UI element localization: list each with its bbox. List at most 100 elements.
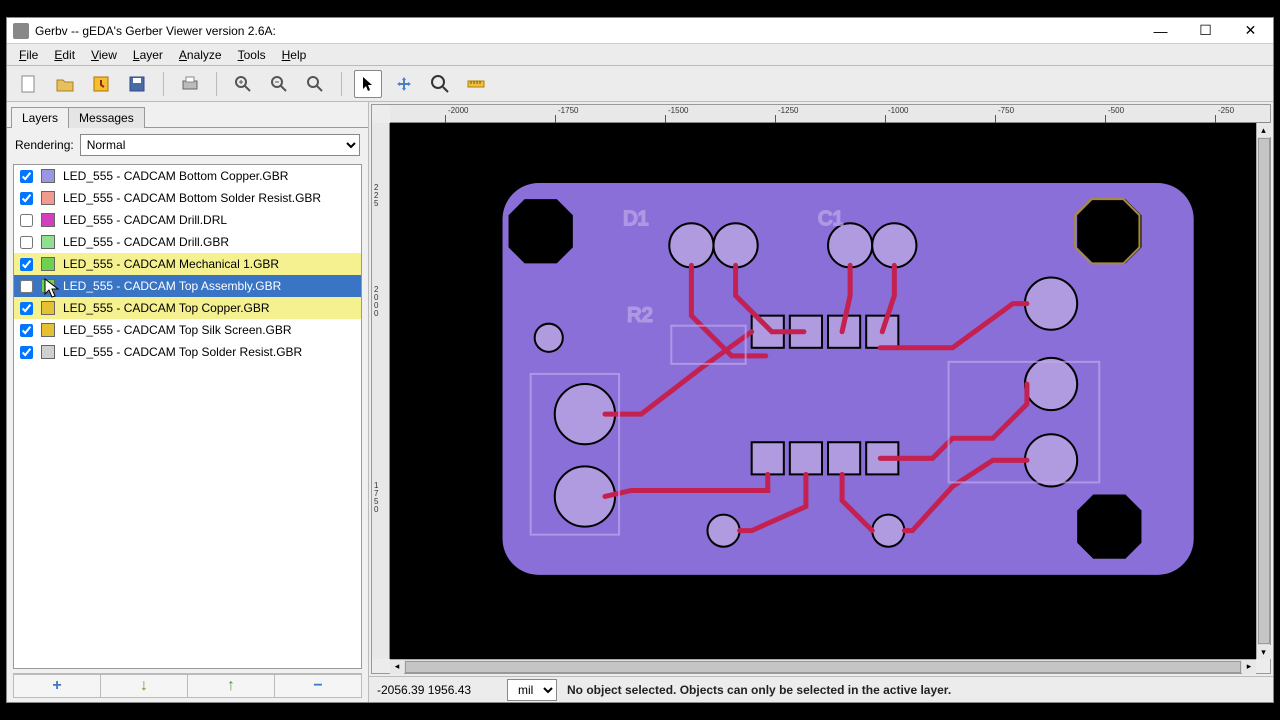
zoom-tool-icon[interactable] (426, 70, 454, 98)
layer-name: LED_555 - CADCAM Top Assembly.GBR (63, 279, 281, 293)
toolbar-sep (341, 72, 342, 96)
layer-down-button[interactable]: ↓ (101, 674, 188, 698)
layer-color-swatch[interactable] (41, 213, 55, 227)
layer-name: LED_555 - CADCAM Top Solder Resist.GBR (63, 345, 302, 359)
layer-name: LED_555 - CADCAM Top Copper.GBR (63, 301, 270, 315)
save-icon[interactable] (123, 70, 151, 98)
toolbar-sep (216, 72, 217, 96)
layer-visible-checkbox[interactable] (20, 258, 33, 271)
svg-text:C1: C1 (818, 208, 844, 230)
layer-visible-checkbox[interactable] (20, 302, 33, 315)
layer-color-swatch[interactable] (41, 235, 55, 249)
rendering-select[interactable]: Normal (80, 134, 360, 156)
menu-layer[interactable]: Layer (125, 46, 171, 64)
pointer-tool-icon[interactable] (354, 70, 382, 98)
layer-up-button[interactable]: ↑ (188, 674, 275, 698)
layer-row[interactable]: LED_555 - CADCAM Top Assembly.GBR (14, 275, 361, 297)
layer-color-swatch[interactable] (41, 301, 55, 315)
layer-name: LED_555 - CADCAM Bottom Copper.GBR (63, 169, 288, 183)
menu-edit[interactable]: Edit (46, 46, 83, 64)
new-file-icon[interactable] (15, 70, 43, 98)
status-bar: -2056.39 1956.43 mil No object selected.… (369, 676, 1273, 702)
gerber-canvas[interactable]: D1 C1 R2 (390, 123, 1256, 659)
titlebar: Gerbv -- gEDA's Gerber Viewer version 2.… (7, 18, 1273, 44)
scroll-right-icon[interactable]: ▸ (1242, 660, 1256, 674)
layer-add-button[interactable]: + (13, 674, 101, 698)
layer-visible-checkbox[interactable] (20, 170, 33, 183)
ruler-horizontal: -2000-1750-1500-1250-1000-750-500-250 (390, 105, 1270, 123)
layer-name: LED_555 - CADCAM Bottom Solder Resist.GB… (63, 191, 321, 205)
content-area: Layers Messages Rendering: Normal LED_55… (7, 102, 1273, 702)
svg-text:D1: D1 (623, 208, 649, 230)
layer-row[interactable]: LED_555 - CADCAM Drill.GBR (14, 231, 361, 253)
maximize-button[interactable]: ☐ (1183, 18, 1228, 44)
zoom-in-icon[interactable] (229, 70, 257, 98)
scroll-up-icon[interactable]: ▴ (1257, 123, 1271, 137)
layer-visible-checkbox[interactable] (20, 280, 33, 293)
scroll-thumb-v[interactable] (1258, 138, 1270, 644)
minimize-button[interactable]: — (1138, 18, 1183, 44)
layer-visible-checkbox[interactable] (20, 324, 33, 337)
layer-name: LED_555 - CADCAM Drill.DRL (63, 213, 227, 227)
layer-row[interactable]: LED_555 - CADCAM Top Solder Resist.GBR (14, 341, 361, 363)
layer-color-swatch[interactable] (41, 323, 55, 337)
layer-color-swatch[interactable] (41, 191, 55, 205)
layer-row[interactable]: LED_555 - CADCAM Top Copper.GBR (14, 297, 361, 319)
menu-help[interactable]: Help (274, 46, 315, 64)
layer-row[interactable]: LED_555 - CADCAM Bottom Solder Resist.GB… (14, 187, 361, 209)
app-window: Gerbv -- gEDA's Gerber Viewer version 2.… (6, 17, 1274, 703)
revert-icon[interactable] (87, 70, 115, 98)
pan-tool-icon[interactable] (390, 70, 418, 98)
layer-visible-checkbox[interactable] (20, 236, 33, 249)
layer-remove-button[interactable]: − (275, 674, 362, 698)
layer-color-swatch[interactable] (41, 345, 55, 359)
canvas-wrap: -2000-1750-1500-1250-1000-750-500-250 2 … (371, 104, 1271, 674)
menu-tools[interactable]: Tools (230, 46, 274, 64)
print-icon[interactable] (176, 70, 204, 98)
layer-visible-checkbox[interactable] (20, 214, 33, 227)
layer-row[interactable]: LED_555 - CADCAM Mechanical 1.GBR (14, 253, 361, 275)
open-file-icon[interactable] (51, 70, 79, 98)
menubar: File Edit View Layer Analyze Tools Help (7, 44, 1273, 66)
measure-tool-icon[interactable] (462, 70, 490, 98)
layer-name: LED_555 - CADCAM Mechanical 1.GBR (63, 257, 279, 271)
menu-analyze[interactable]: Analyze (171, 46, 230, 64)
window-buttons: — ☐ ✕ (1138, 18, 1273, 44)
scroll-thumb-h[interactable] (405, 661, 1241, 673)
zoom-out-icon[interactable] (265, 70, 293, 98)
layer-row[interactable]: LED_555 - CADCAM Top Silk Screen.GBR (14, 319, 361, 341)
layer-color-swatch[interactable] (41, 257, 55, 271)
scrollbar-horizontal[interactable]: ◂ ▸ (390, 659, 1256, 673)
layer-row[interactable]: LED_555 - CADCAM Drill.DRL (14, 209, 361, 231)
scroll-left-icon[interactable]: ◂ (390, 660, 404, 674)
menu-view[interactable]: View (83, 46, 125, 64)
status-message: No object selected. Objects can only be … (567, 683, 1265, 697)
layer-name: LED_555 - CADCAM Top Silk Screen.GBR (63, 323, 292, 337)
ruler-vertical: 2 2 5 2 0 0 0 1 7 5 0 (372, 123, 390, 659)
layer-visible-checkbox[interactable] (20, 192, 33, 205)
zoom-fit-icon[interactable] (301, 70, 329, 98)
layer-visible-checkbox[interactable] (20, 346, 33, 359)
tab-messages[interactable]: Messages (68, 107, 145, 128)
layer-color-swatch[interactable] (41, 279, 55, 293)
app-icon (13, 23, 29, 39)
window-title: Gerbv -- gEDA's Gerber Viewer version 2.… (35, 24, 1138, 38)
scroll-down-icon[interactable]: ▾ (1257, 645, 1271, 659)
sidebar: Layers Messages Rendering: Normal LED_55… (7, 102, 369, 702)
unit-select[interactable]: mil (507, 679, 557, 701)
layer-color-swatch[interactable] (41, 169, 55, 183)
rendering-row: Rendering: Normal (7, 127, 368, 162)
layer-row[interactable]: LED_555 - CADCAM Bottom Copper.GBR (14, 165, 361, 187)
sidebar-tabs: Layers Messages (11, 106, 364, 127)
scrollbar-vertical[interactable]: ▴ ▾ (1256, 123, 1270, 659)
rendering-label: Rendering: (15, 138, 74, 152)
layer-name: LED_555 - CADCAM Drill.GBR (63, 235, 229, 249)
toolbar-sep (163, 72, 164, 96)
layer-list[interactable]: LED_555 - CADCAM Bottom Copper.GBR LED_55… (13, 164, 362, 669)
menu-file[interactable]: File (11, 46, 46, 64)
tab-layers[interactable]: Layers (11, 107, 69, 128)
svg-text:R2: R2 (627, 305, 653, 327)
main-panel: -2000-1750-1500-1250-1000-750-500-250 2 … (369, 102, 1273, 702)
close-button[interactable]: ✕ (1228, 18, 1273, 44)
status-coords: -2056.39 1956.43 (377, 683, 497, 697)
